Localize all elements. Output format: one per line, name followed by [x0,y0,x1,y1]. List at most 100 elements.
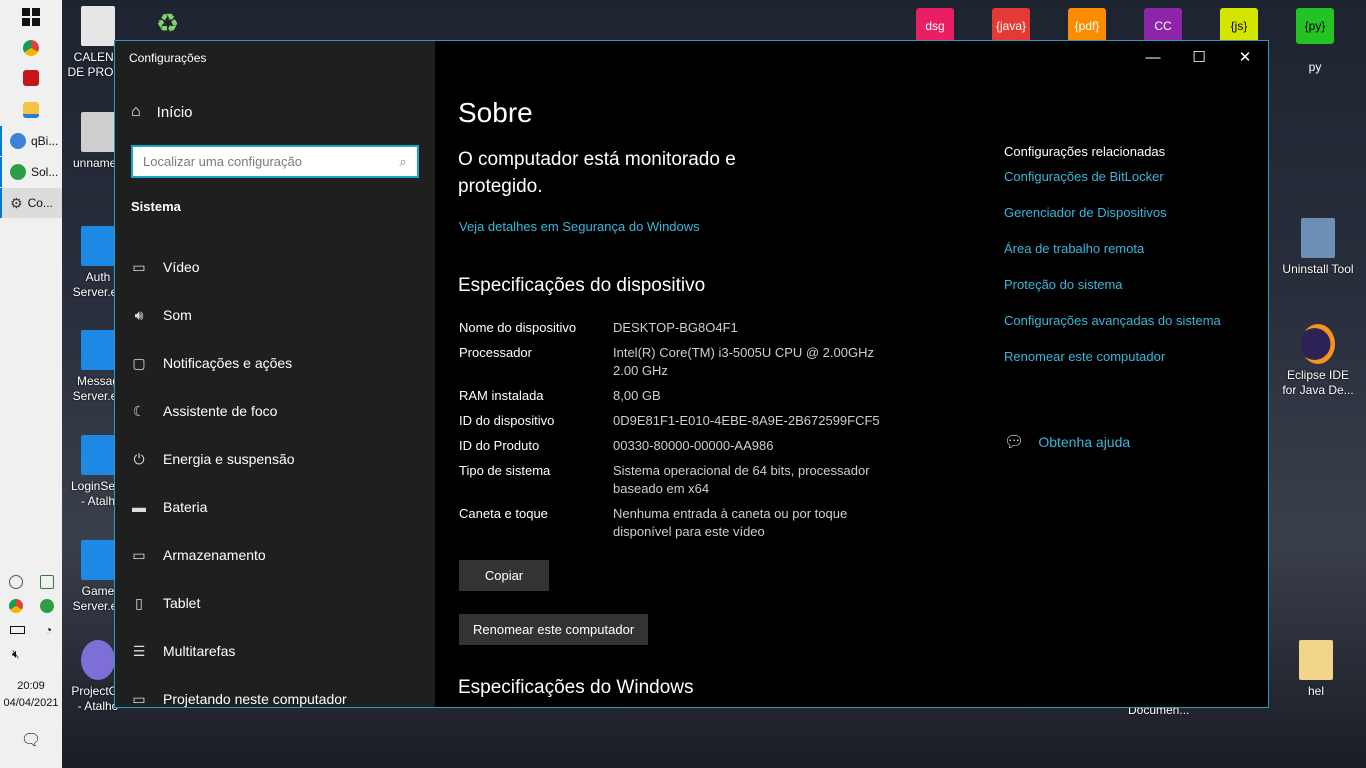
security-details-link[interactable]: Veja detalhes em Segurança do Windows [459,219,700,234]
home-icon: ⌂ [131,103,141,120]
search-input[interactable] [133,147,389,176]
speaker-icon: 🔊︎ [134,306,144,323]
nav-item-label: Multitarefas [163,643,236,659]
document-icon [81,6,115,46]
qbittorrent-tray-icon[interactable] [8,575,23,589]
link-advanced-system-settings[interactable]: Configurações avançadas do sistema [1004,313,1264,328]
storage-icon: ▭ [132,546,146,563]
taskbar-qbittorrent-button[interactable]: qBi... [0,126,62,156]
settings-window: Configurações ⌂ Início ⌕ Sistema ▭ Vídeo … [114,40,1269,708]
desktop-icon-hel[interactable]: hel [1280,640,1352,699]
device-specs-table: Nome do dispositivo DESKTOP-BG8O4F1 Proce… [459,319,909,548]
link-system-protection[interactable]: Proteção do sistema [1004,277,1264,292]
eclipse-icon [1301,324,1335,364]
desktop-icon-label: Uninstall Tool [1282,262,1354,276]
project-icon: ▭ [132,690,146,707]
file-icon-label: {py} [1304,19,1326,33]
link-rename-pc[interactable]: Renomear este computador [1004,349,1264,364]
taskbar-chrome-button[interactable] [0,33,62,63]
nav-item-label: Som [163,307,192,323]
nav-item-projecting[interactable]: ▭ Projetando neste computador [115,675,435,708]
file-icon-label: CC [1154,19,1172,33]
spec-key: ID do dispositivo [459,413,555,428]
tray-row [0,594,62,618]
shield-tray-icon[interactable] [39,575,54,589]
nav-home[interactable]: ⌂ Início [131,103,193,121]
minimize-button[interactable]: — [1130,41,1176,73]
action-center-icon[interactable]: 🗨︎ [0,730,62,750]
nav-item-storage[interactable]: ▭ Armazenamento [115,531,435,579]
related-settings: Configurações relacionadas Configurações… [1004,144,1264,385]
qbittorrent-icon [10,133,26,149]
minimize-icon: — [1145,48,1161,66]
search-icon: ⌕ [399,153,407,169]
nav-item-focus-assist[interactable]: ☾ Assistente de foco [115,387,435,435]
nav-item-tablet[interactable]: ▯ Tablet [115,579,435,627]
search-box[interactable]: ⌕ [131,145,419,178]
nav-item-multitasking[interactable]: ☰ Multitarefas [115,627,435,675]
executable-icon [81,435,115,475]
spec-key: RAM instalada [459,388,544,403]
spec-row: Caneta e toque Nenhuma entrada à caneta o… [459,505,909,541]
file-icon-java[interactable]: {java} [992,8,1030,44]
spec-key: Processador [459,345,532,360]
recycle-icon[interactable]: ♻ [156,8,179,39]
desktop-icon-uninstall-tool[interactable]: Uninstall Tool [1278,218,1358,277]
desktop-icon-label: Eclipse IDE for Java De... [1282,368,1354,397]
py-caption: py [1308,60,1322,74]
nav-item-battery[interactable]: ▬ Bateria [115,483,435,531]
file-icon-pdf[interactable]: {pdf} [1068,8,1106,44]
spec-key: Caneta e toque [459,506,548,521]
nav-item-video[interactable]: ▭ Vídeo [115,243,435,291]
link-device-manager[interactable]: Gerenciador de Dispositivos [1004,205,1264,220]
clock-date[interactable]: 04/04/2021 [0,697,62,709]
spec-row: Tipo de sistema Sistema operacional de 64… [459,462,909,498]
file-icon-label: {java} [995,19,1027,33]
file-icon-dsg[interactable]: dsg [916,8,954,44]
taskbar-acrobat-button[interactable] [0,63,62,93]
maximize-button[interactable]: ☐ [1176,41,1222,73]
desktop-icon-label: hel [1307,684,1324,698]
clock-time[interactable]: 20:09 [0,680,62,692]
spec-row: Nome do dispositivo DESKTOP-BG8O4F1 [459,319,909,337]
copy-button[interactable]: Copiar [459,560,549,591]
nav-item-label: Notificações e ações [163,355,293,371]
spec-value: 00330-80000-00000-AA986 [613,438,774,453]
spec-value: 0D9E81F1-E010-4EBE-8A9E-2B672599FCF5 [613,413,880,428]
spec-value: 8,00 GB [613,388,661,403]
settings-nav: Configurações ⌂ Início ⌕ Sistema ▭ Vídeo … [115,41,435,707]
nav-item-label: Energia e suspensão [163,451,295,467]
nav-item-power[interactable]: ⏻ Energia e suspensão [115,435,435,483]
chrome-tray-icon[interactable] [8,599,23,613]
spec-row: ID do Produto 00330-80000-00000-AA986 [459,437,909,455]
taskbar-explorer-button[interactable] [0,95,62,125]
rename-pc-button[interactable]: Renomear este computador [459,614,649,645]
tray-row: 🔇︎ [0,642,62,666]
link-remote-desktop[interactable]: Área de trabalho remota [1004,241,1264,256]
maximize-icon: ☐ [1192,49,1206,66]
wifi-tray-icon[interactable]: ◔ [45,623,52,637]
get-help[interactable]: 💬︎ Obtenha ajuda [1004,432,1130,452]
file-icon-label: dsg [925,19,945,33]
notification-icon: ▢ [132,354,146,371]
battery-icon: ▬ [132,499,146,515]
link-bitlocker[interactable]: Configurações de BitLocker [1004,169,1264,184]
get-help-link[interactable]: Obtenha ajuda [1038,434,1130,450]
volume-muted-icon[interactable]: 🔇︎ [12,647,20,662]
file-icon-cc[interactable]: CC [1144,8,1182,44]
taskbar-settings-button[interactable]: ⚙ Co... [0,188,62,218]
chrome-icon [23,40,39,56]
nav-item-notifications[interactable]: ▢ Notificações e ações [115,339,435,387]
file-icon-py[interactable]: {py} [1296,8,1334,44]
desktop-icon-eclipse[interactable]: Eclipse IDE for Java De... [1278,324,1358,398]
moon-icon: ☾ [132,402,146,419]
nav-item-label: Tablet [163,595,201,611]
solitaire-tray-icon[interactable] [39,599,54,613]
file-icon-js[interactable]: {js} [1220,8,1258,44]
start-button[interactable] [0,2,62,32]
nav-item-sound[interactable]: 🔊︎ Som [115,291,435,339]
close-button[interactable]: ✕ [1222,41,1268,73]
battery-tray-icon[interactable] [9,626,25,634]
taskbar-solitaire-button[interactable]: Sol... [0,157,62,187]
solitaire-icon [10,164,26,180]
